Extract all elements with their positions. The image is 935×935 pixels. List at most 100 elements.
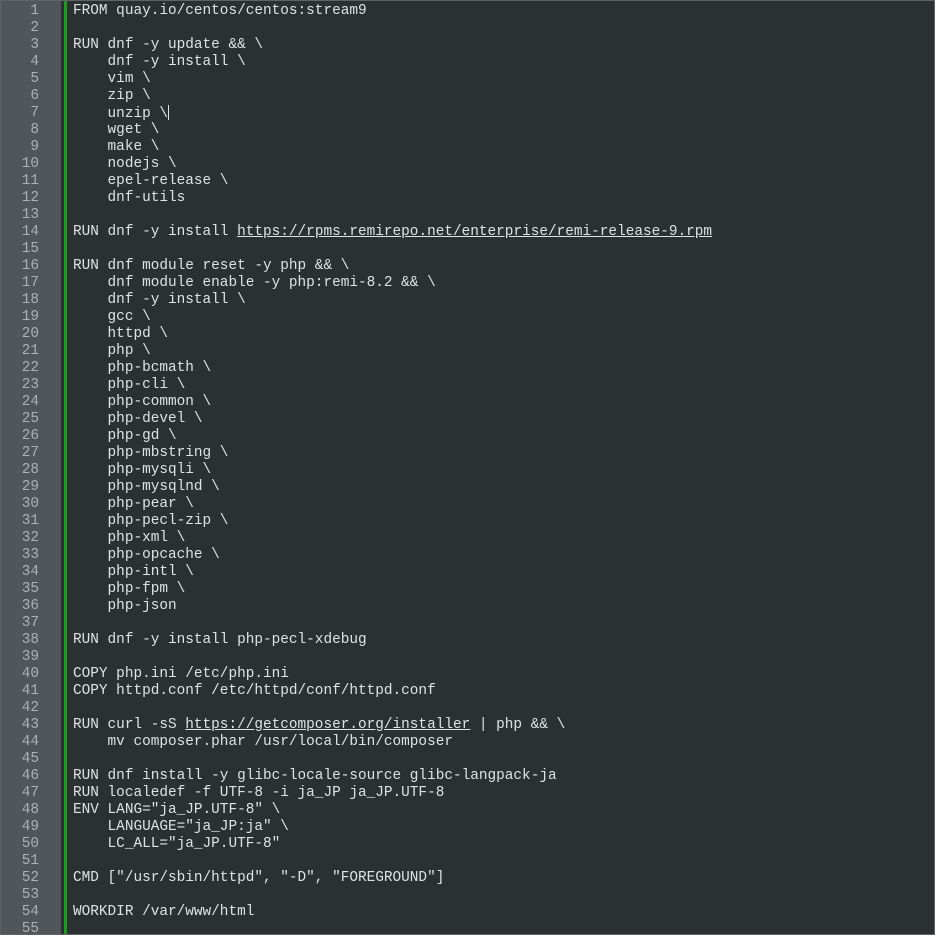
code-line[interactable]: 3 RUN dnf -y update && \ (1, 37, 934, 54)
line-text[interactable]: COPY php.ini /etc/php.ini (73, 666, 289, 683)
line-text[interactable]: php-pecl-zip \ (73, 513, 229, 530)
line-text[interactable]: RUN curl -sS https://getcomposer.org/ins… (73, 717, 565, 734)
line-text[interactable]: php-fpm \ (73, 581, 186, 598)
code-line[interactable]: 31 php-pecl-zip \ (1, 513, 934, 530)
code-line[interactable]: 34 php-intl \ (1, 564, 934, 581)
line-text[interactable]: unzip \ (73, 105, 169, 123)
line-text[interactable]: php-opcache \ (73, 547, 220, 564)
line-text[interactable]: php \ (73, 343, 151, 360)
code-line[interactable]: 45 (1, 751, 934, 768)
code-line[interactable]: 52 CMD ["/usr/sbin/httpd", "-D", "FOREGRO… (1, 870, 934, 887)
code-line[interactable]: 1 FROM quay.io/centos/centos:stream9 (1, 3, 934, 20)
line-text[interactable]: php-devel \ (73, 411, 203, 428)
code-editor[interactable]: 1 FROM quay.io/centos/centos:stream9 2 3 RUN… (0, 0, 935, 935)
line-text[interactable]: php-intl \ (73, 564, 194, 581)
code-line[interactable]: 27 php-mbstring \ (1, 445, 934, 462)
code-line[interactable]: 22 php-bcmath \ (1, 360, 934, 377)
code-line[interactable]: 16 RUN dnf module reset -y php && \ (1, 258, 934, 275)
line-text[interactable]: COPY httpd.conf /etc/httpd/conf/httpd.co… (73, 683, 436, 700)
line-text[interactable]: RUN dnf -y install php-pecl-xdebug (73, 632, 367, 649)
line-text[interactable]: RUN dnf -y install https://rpms.remirepo… (73, 224, 712, 241)
code-line[interactable]: 36 php-json (1, 598, 934, 615)
code-line[interactable]: 35 php-fpm \ (1, 581, 934, 598)
code-line[interactable]: 40 COPY php.ini /etc/php.ini (1, 666, 934, 683)
line-text[interactable]: httpd \ (73, 326, 168, 343)
line-text[interactable]: wget \ (73, 122, 160, 139)
code-line[interactable]: 32 php-xml \ (1, 530, 934, 547)
code-line[interactable]: 15 (1, 241, 934, 258)
line-text[interactable]: dnf module enable -y php:remi-8.2 && \ (73, 275, 436, 292)
code-line[interactable]: 43 RUN curl -sS https://getcomposer.org/i… (1, 717, 934, 734)
line-text[interactable]: php-bcmath \ (73, 360, 212, 377)
code-line[interactable]: 42 (1, 700, 934, 717)
code-line[interactable]: 21 php \ (1, 343, 934, 360)
code-line[interactable]: 26 php-gd \ (1, 428, 934, 445)
line-text[interactable]: ENV LANG="ja_JP.UTF-8" \ (73, 802, 280, 819)
code-line[interactable]: 50 LC_ALL="ja_JP.UTF-8" (1, 836, 934, 853)
code-line[interactable]: 49 LANGUAGE="ja_JP:ja" \ (1, 819, 934, 836)
code-line[interactable]: 10 nodejs \ (1, 156, 934, 173)
code-line[interactable]: 24 php-common \ (1, 394, 934, 411)
url-link[interactable]: https://rpms.remirepo.net/enterprise/rem… (237, 224, 712, 240)
code-line[interactable]: 18 dnf -y install \ (1, 292, 934, 309)
code-line[interactable]: 8 wget \ (1, 122, 934, 139)
code-line[interactable]: 38 RUN dnf -y install php-pecl-xdebug (1, 632, 934, 649)
code-line[interactable]: 25 php-devel \ (1, 411, 934, 428)
code-line[interactable]: 19 gcc \ (1, 309, 934, 326)
code-line[interactable]: 4 dnf -y install \ (1, 54, 934, 71)
line-text[interactable]: zip \ (73, 88, 151, 105)
line-text[interactable]: php-pear \ (73, 496, 194, 513)
code-line[interactable]: 13 (1, 207, 934, 224)
code-line[interactable]: 44 mv composer.phar /usr/local/bin/compo… (1, 734, 934, 751)
code-line[interactable]: 28 php-mysqli \ (1, 462, 934, 479)
code-line[interactable]: 29 php-mysqlnd \ (1, 479, 934, 496)
line-text[interactable]: mv composer.phar /usr/local/bin/composer (73, 734, 453, 751)
code-line[interactable]: 46 RUN dnf install -y glibc-locale-source… (1, 768, 934, 785)
line-text[interactable]: php-gd \ (73, 428, 177, 445)
code-line[interactable]: 11 epel-release \ (1, 173, 934, 190)
line-text[interactable]: php-xml \ (73, 530, 186, 547)
code-line[interactable]: 5 vim \ (1, 71, 934, 88)
line-text[interactable]: WORKDIR /var/www/html (73, 904, 254, 921)
line-text[interactable]: php-cli \ (73, 377, 186, 394)
code-line[interactable]: 37 (1, 615, 934, 632)
code-line[interactable]: 14 RUN dnf -y install https://rpms.remire… (1, 224, 934, 241)
line-text[interactable]: dnf -y install \ (73, 54, 246, 71)
line-text[interactable]: RUN dnf module reset -y php && \ (73, 258, 349, 275)
line-text[interactable]: epel-release \ (73, 173, 229, 190)
code-line[interactable]: 41 COPY httpd.conf /etc/httpd/conf/httpd.… (1, 683, 934, 700)
line-text[interactable]: php-mysqli \ (73, 462, 212, 479)
code-line[interactable]: 47 RUN localedef -f UTF-8 -i ja_JP ja_JP.… (1, 785, 934, 802)
line-text[interactable]: CMD ["/usr/sbin/httpd", "-D", "FOREGROUN… (73, 870, 444, 887)
code-line[interactable]: 2 (1, 20, 934, 37)
code-line[interactable]: 48 ENV LANG="ja_JP.UTF-8" \ (1, 802, 934, 819)
code-line[interactable]: 55 (1, 921, 934, 934)
line-text[interactable]: RUN localedef -f UTF-8 -i ja_JP ja_JP.UT… (73, 785, 444, 802)
url-link[interactable]: https://getcomposer.org/installer (185, 717, 470, 733)
line-text[interactable]: LANGUAGE="ja_JP:ja" \ (73, 819, 289, 836)
line-text[interactable]: LC_ALL="ja_JP.UTF-8" (73, 836, 281, 853)
line-text[interactable]: php-mysqlnd \ (73, 479, 220, 496)
code-line[interactable]: 20 httpd \ (1, 326, 934, 343)
code-line[interactable]: 30 php-pear \ (1, 496, 934, 513)
code-line[interactable]: 9 make \ (1, 139, 934, 156)
code-line[interactable]: 53 (1, 887, 934, 904)
line-text[interactable]: FROM quay.io/centos/centos:stream9 (73, 3, 367, 20)
code-line[interactable]: 12 dnf-utils (1, 190, 934, 207)
line-text[interactable]: php-common \ (73, 394, 212, 411)
line-text[interactable]: RUN dnf install -y glibc-locale-source g… (73, 768, 557, 785)
line-text[interactable]: php-mbstring \ (73, 445, 229, 462)
code-line[interactable]: 17 dnf module enable -y php:remi-8.2 && … (1, 275, 934, 292)
line-text[interactable]: dnf-utils (73, 190, 186, 207)
code-line[interactable]: 54 WORKDIR /var/www/html (1, 904, 934, 921)
line-text[interactable]: nodejs \ (73, 156, 177, 173)
code-line[interactable]: 51 (1, 853, 934, 870)
code-line[interactable]: 33 php-opcache \ (1, 547, 934, 564)
code-line[interactable]: 39 (1, 649, 934, 666)
code-line[interactable]: 6 zip \ (1, 88, 934, 105)
code-line[interactable]: 7 unzip \ (1, 105, 934, 123)
line-text[interactable]: RUN dnf -y update && \ (73, 37, 263, 54)
code-line[interactable]: 23 php-cli \ (1, 377, 934, 394)
line-text[interactable]: vim \ (73, 71, 151, 88)
line-text[interactable]: make \ (73, 139, 160, 156)
